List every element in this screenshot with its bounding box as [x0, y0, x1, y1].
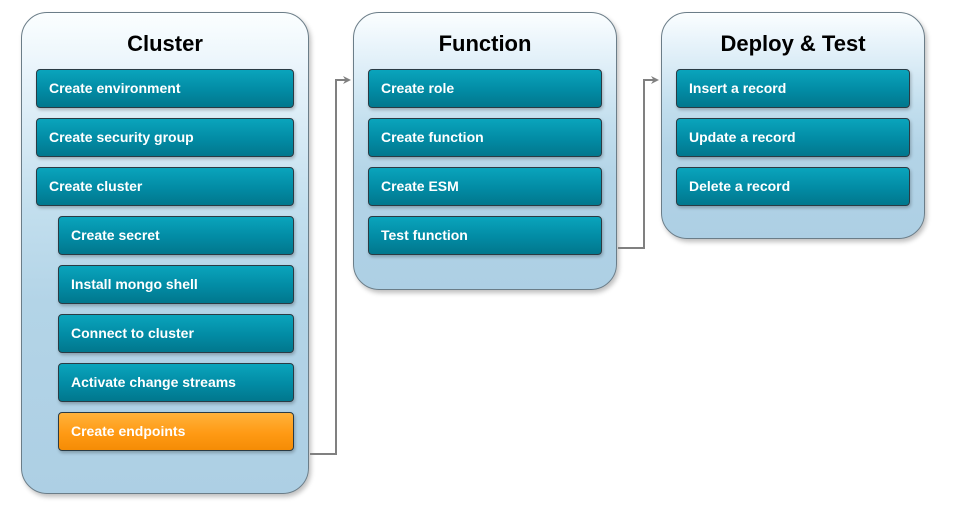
panel-cluster: Cluster Create environment Create securi…	[21, 12, 309, 494]
step-create-environment: Create environment	[36, 69, 294, 108]
panel-deploy-test: Deploy & Test Insert a record Update a r…	[661, 12, 925, 239]
panel-function: Function Create role Create function Cre…	[353, 12, 617, 290]
steps-function: Create role Create function Create ESM T…	[368, 69, 602, 255]
step-create-esm: Create ESM	[368, 167, 602, 206]
steps-cluster: Create environment Create security group…	[36, 69, 294, 451]
step-activate-change-streams: Activate change streams	[58, 363, 294, 402]
step-create-secret: Create secret	[58, 216, 294, 255]
step-delete-a-record: Delete a record	[676, 167, 910, 206]
step-install-mongo-shell: Install mongo shell	[58, 265, 294, 304]
step-create-endpoints: Create endpoints	[58, 412, 294, 451]
diagram-canvas: Cluster Create environment Create securi…	[0, 0, 965, 505]
panel-title-cluster: Cluster	[36, 31, 294, 57]
step-update-a-record: Update a record	[676, 118, 910, 157]
steps-deploy-test: Insert a record Update a record Delete a…	[676, 69, 910, 206]
panel-title-deploy-test: Deploy & Test	[676, 31, 910, 57]
step-create-function: Create function	[368, 118, 602, 157]
step-test-function: Test function	[368, 216, 602, 255]
step-connect-to-cluster: Connect to cluster	[58, 314, 294, 353]
step-insert-a-record: Insert a record	[676, 69, 910, 108]
step-create-cluster: Create cluster	[36, 167, 294, 206]
step-create-role: Create role	[368, 69, 602, 108]
arrow-cluster-to-function	[310, 80, 349, 454]
arrow-function-to-deploy	[618, 80, 657, 248]
step-create-security-group: Create security group	[36, 118, 294, 157]
panel-title-function: Function	[368, 31, 602, 57]
